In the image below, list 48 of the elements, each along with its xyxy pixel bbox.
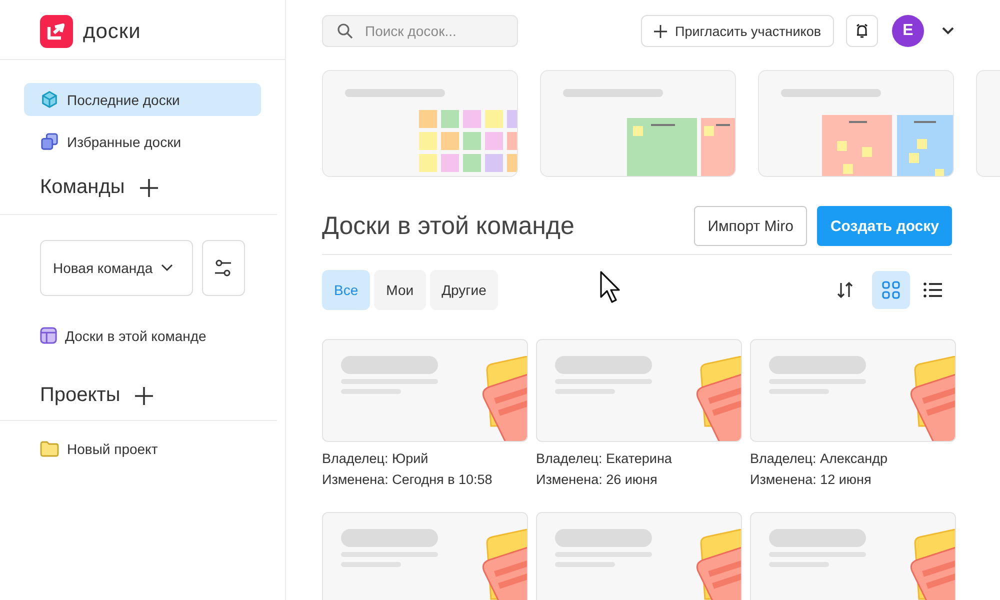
search-field[interactable]: Поиск досок... <box>322 15 518 47</box>
logo-text: доски <box>83 20 141 44</box>
board-thumbnail[interactable] <box>322 339 528 442</box>
add-icon[interactable] <box>134 386 154 406</box>
nav-item[interactable]: Последние доски <box>24 83 261 116</box>
filter-tab[interactable]: Другие <box>430 270 498 310</box>
section-title: Доски в этой команде <box>322 212 576 240</box>
notifications-button[interactable] <box>846 15 878 47</box>
section-heading: Проекты <box>40 384 120 407</box>
logo-icon <box>40 15 73 48</box>
board-thumbnail[interactable] <box>536 512 742 600</box>
board-thumbnail[interactable] <box>750 512 956 600</box>
filter-tab[interactable]: Мои <box>374 270 426 310</box>
board-thumbnail[interactable] <box>322 512 528 600</box>
bell-icon <box>854 23 870 39</box>
invite-button[interactable]: Пригласить участников <box>641 15 834 47</box>
folder-icon <box>40 441 59 457</box>
board-owner: Владелец: Александр <box>750 450 888 468</box>
board-modified-date: Изменена: 26 июня <box>536 471 658 489</box>
team-select[interactable]: Новая команда <box>40 240 193 296</box>
filter-settings-button[interactable] <box>202 240 245 296</box>
chevron-down-icon <box>160 264 173 272</box>
sort-icon[interactable] <box>836 281 854 299</box>
import-button[interactable]: Импорт Miro <box>694 206 808 246</box>
search-icon <box>337 23 353 39</box>
chevron-down-icon[interactable] <box>942 27 954 35</box>
project-item[interactable]: Новый проект <box>0 441 285 457</box>
board-modified-date: Изменена: Сегодня в 10:58 <box>322 471 494 489</box>
board-modified-date: Изменена: 12 июня <box>750 471 872 489</box>
board-layout-icon <box>40 327 57 344</box>
cube-icon <box>40 90 59 109</box>
grid-icon <box>882 281 900 299</box>
stacked-squares-icon <box>40 132 59 151</box>
section-heading: Команды <box>40 176 125 199</box>
sticky-notes-drawing <box>909 529 955 600</box>
plus-icon <box>654 24 668 38</box>
sticky-notes-drawing <box>481 529 527 600</box>
add-icon[interactable] <box>138 178 159 198</box>
board-owner: Владелец: Юрий <box>322 450 430 468</box>
list-icon <box>923 282 943 298</box>
board-thumbnail[interactable] <box>536 339 742 442</box>
team-board-link[interactable]: Доски в этой команде <box>0 327 285 344</box>
sticky-notes-drawing <box>695 529 741 600</box>
nav-item[interactable]: Избранные доски <box>24 125 261 158</box>
user-avatar[interactable]: E <box>892 15 924 47</box>
sliders-icon <box>213 258 234 278</box>
board-owner: Владелец: Екатерина <box>536 450 673 468</box>
board-thumbnail[interactable] <box>750 339 956 442</box>
